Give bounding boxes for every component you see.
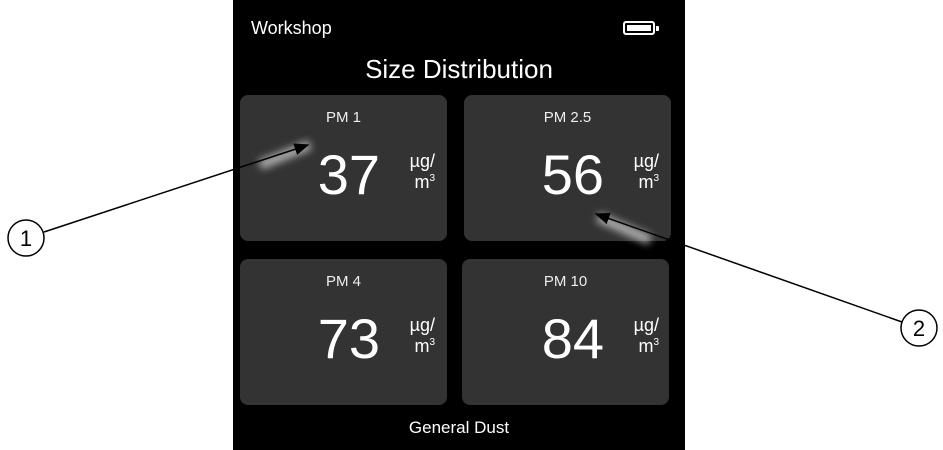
callout-overlay: 1 2 [7, 140, 938, 347]
callout-1-number: 1 [20, 226, 32, 251]
callout-2-glow [595, 212, 653, 245]
callout-1-line [43, 143, 310, 233]
callout-2-line [594, 212, 903, 323]
callout-2-number: 2 [913, 316, 925, 341]
callout-1-glow [258, 140, 312, 170]
